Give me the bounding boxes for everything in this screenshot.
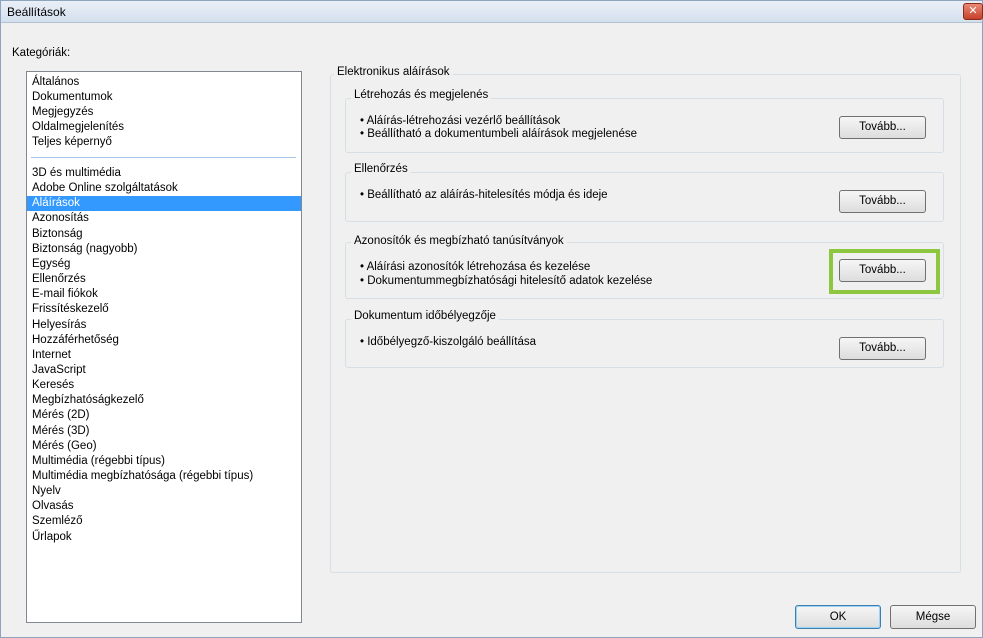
category-item[interactable]: Teljes képernyő [27, 135, 301, 150]
list-separator [31, 157, 296, 158]
section-line: • Beállítható az aláírás-hitelesítés mód… [360, 189, 608, 201]
category-item[interactable]: Mérés (2D) [27, 408, 301, 423]
category-item[interactable]: Ellenőrzés [27, 272, 301, 287]
section-line: • Aláírás-létrehozási vezérlő beállításo… [360, 115, 561, 127]
more-button-creation[interactable]: Tovább... [839, 116, 926, 139]
category-item[interactable]: Megjegyzés [27, 105, 301, 120]
category-item[interactable]: Multimédia (régebbi típus) [27, 454, 301, 469]
category-item[interactable]: Keresés [27, 378, 301, 393]
more-button-verification[interactable]: Tovább... [839, 190, 926, 213]
category-item[interactable]: Internet [27, 348, 301, 363]
category-item[interactable]: Szemléző [27, 514, 301, 529]
category-item[interactable]: Multimédia megbízhatósága (régebbi típus… [27, 469, 301, 484]
category-item[interactable]: Megbízhatóságkezelő [27, 393, 301, 408]
category-item[interactable]: Frissítéskezelő [27, 302, 301, 317]
category-item[interactable]: Hozzáférhetőség [27, 333, 301, 348]
category-item[interactable]: Adobe Online szolgáltatások [27, 181, 301, 196]
more-button-timestamp[interactable]: Tovább... [839, 337, 926, 360]
title-bar: Beállítások ✕ [1, 1, 983, 23]
category-item[interactable]: Űrlapok [27, 530, 301, 545]
category-item[interactable]: Biztonság (nagyobb) [27, 242, 301, 257]
section-title: Azonosítók és megbízható tanúsítványok [351, 235, 567, 247]
section-title: Létrehozás és megjelenés [351, 89, 492, 101]
category-item[interactable]: Aláírások [27, 196, 301, 212]
section-title: Ellenőrzés [351, 163, 411, 175]
category-item[interactable]: Olvasás [27, 499, 301, 514]
section-title: Dokumentum időbélyegzője [351, 310, 499, 322]
category-item[interactable]: Mérés (Geo) [27, 439, 301, 454]
cancel-button[interactable]: Mégse [890, 605, 976, 629]
category-item[interactable]: JavaScript [27, 363, 301, 378]
section-line: • Időbélyegző-kiszolgáló beállítása [360, 336, 536, 348]
category-item[interactable]: Egység [27, 257, 301, 272]
category-item[interactable]: E-mail fiókok [27, 287, 301, 302]
section-line: • Beállítható a dokumentumbeli aláírások… [360, 128, 637, 140]
category-item[interactable]: Helyesírás [27, 318, 301, 333]
category-item[interactable]: Oldalmegjelenítés [27, 120, 301, 135]
more-button-identities[interactable]: Tovább... [839, 259, 926, 282]
category-item[interactable]: Nyelv [27, 484, 301, 499]
signatures-title: Elektronikus aláírások [334, 66, 453, 78]
category-item[interactable]: Mérés (3D) [27, 424, 301, 439]
section-line: • Aláírási azonosítók létrehozása és kez… [360, 261, 591, 273]
categories-list[interactable]: Általános Dokumentumok Megjegyzés Oldalmegj… [26, 71, 302, 623]
category-item[interactable]: Általános [27, 75, 301, 90]
category-item[interactable]: 3D és multimédia [27, 166, 301, 181]
category-item[interactable]: Azonosítás [27, 211, 301, 226]
section-line: • Dokumentummegbízhatósági hitelesítő ad… [360, 275, 653, 287]
category-item[interactable]: Dokumentumok [27, 90, 301, 105]
close-icon[interactable]: ✕ [963, 3, 983, 20]
categories-label: Kategóriák: [12, 47, 71, 59]
category-item[interactable]: Biztonság [27, 227, 301, 242]
window-title: Beállítások [7, 5, 66, 19]
ok-button[interactable]: OK [795, 605, 881, 629]
